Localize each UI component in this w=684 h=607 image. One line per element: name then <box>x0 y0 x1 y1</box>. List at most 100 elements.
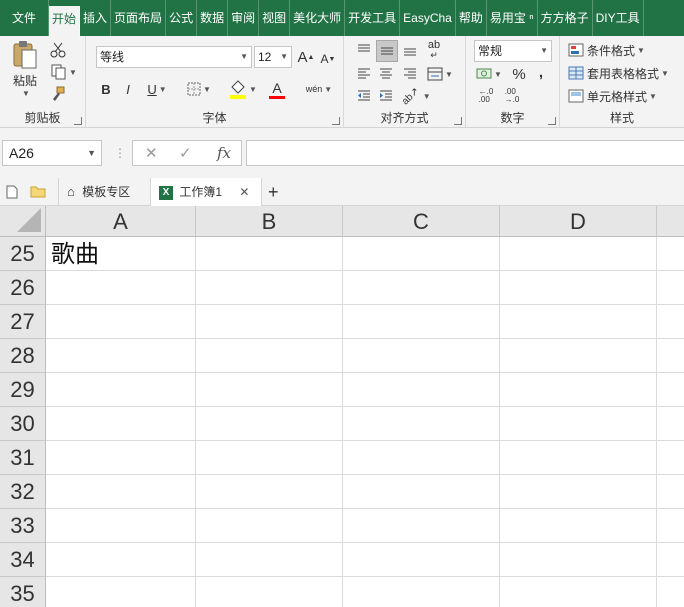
tab-formulas[interactable]: 公式 <box>166 0 198 36</box>
column-header-e[interactable] <box>657 206 684 237</box>
cell[interactable] <box>196 339 343 373</box>
font-color-button[interactable]: A <box>262 76 292 102</box>
align-right-button[interactable] <box>400 64 420 84</box>
cell[interactable] <box>500 441 657 475</box>
underline-button[interactable]: U ▼ <box>142 78 172 100</box>
close-tab-icon[interactable]: ✕ <box>239 185 249 199</box>
cell[interactable] <box>343 373 500 407</box>
formula-bar-grip-icon[interactable]: ⋮ <box>114 146 126 160</box>
row-header[interactable]: 31 <box>0 441 46 475</box>
percent-style-button[interactable]: % <box>510 64 528 84</box>
column-header-c[interactable]: C <box>343 206 500 237</box>
tab-page-layout[interactable]: 页面布局 <box>111 0 167 36</box>
alignment-launcher-icon[interactable] <box>454 117 462 125</box>
cell[interactable] <box>343 543 500 577</box>
cell[interactable] <box>46 543 196 577</box>
cell[interactable] <box>196 407 343 441</box>
cell[interactable] <box>343 509 500 543</box>
cell[interactable] <box>500 543 657 577</box>
add-tab-button[interactable]: + <box>268 178 288 206</box>
shrink-font-button[interactable]: A ▼ <box>318 48 338 70</box>
row-header[interactable]: 32 <box>0 475 46 509</box>
cell[interactable] <box>46 373 196 407</box>
font-size-select[interactable]: 12 ▼ <box>254 46 292 68</box>
cell[interactable] <box>196 271 343 305</box>
cell[interactable] <box>500 271 657 305</box>
tab-template-zone[interactable]: ⌂ 模板专区 <box>58 178 148 206</box>
tab-diy-tools[interactable]: DIY工具 <box>593 0 644 36</box>
cell[interactable] <box>657 475 684 509</box>
merge-center-button[interactable]: ▼ <box>424 64 456 84</box>
tab-view[interactable]: 视图 <box>259 0 291 36</box>
cell[interactable] <box>343 577 500 607</box>
align-left-button[interactable] <box>354 64 374 84</box>
tab-beautify[interactable]: 美化大师 <box>290 0 346 36</box>
number-format-select[interactable]: 常规 ▼ <box>474 40 552 62</box>
row-header[interactable]: 28 <box>0 339 46 373</box>
align-center-button[interactable] <box>376 64 396 84</box>
column-header-d[interactable]: D <box>500 206 657 237</box>
tab-insert[interactable]: 插入 <box>80 0 112 36</box>
cell[interactable] <box>46 339 196 373</box>
cell[interactable] <box>46 475 196 509</box>
cell[interactable] <box>657 441 684 475</box>
tab-data[interactable]: 数据 <box>197 0 229 36</box>
cell[interactable] <box>196 305 343 339</box>
cell[interactable] <box>46 407 196 441</box>
row-header[interactable]: 34 <box>0 543 46 577</box>
row-header[interactable]: 35 <box>0 577 46 607</box>
cell[interactable] <box>343 407 500 441</box>
tab-easycharts[interactable]: EasyCha <box>400 0 456 36</box>
tab-help[interactable]: 帮助 <box>456 0 487 36</box>
formula-input[interactable] <box>246 140 684 166</box>
increase-decimal-button[interactable]: ←.0.00 <box>474 86 498 106</box>
clipboard-launcher-icon[interactable] <box>74 117 82 125</box>
cell[interactable] <box>500 373 657 407</box>
tab-home[interactable]: 开始 <box>49 6 81 36</box>
phonetic-button[interactable]: wén ▼ <box>302 76 336 102</box>
cell[interactable] <box>343 339 500 373</box>
cell[interactable] <box>343 237 500 271</box>
cell[interactable] <box>657 509 684 543</box>
paste-button[interactable]: 粘贴 ▼ <box>6 40 44 98</box>
tab-review[interactable]: 审阅 <box>228 0 260 36</box>
align-bottom-button[interactable] <box>400 40 420 60</box>
borders-button[interactable]: ▼ <box>184 78 214 100</box>
cell[interactable] <box>500 407 657 441</box>
fill-color-button[interactable]: ▼ <box>228 76 258 102</box>
comma-style-button[interactable]: , <box>532 62 550 82</box>
cell[interactable] <box>196 577 343 607</box>
column-header-b[interactable]: B <box>196 206 343 237</box>
cell[interactable] <box>657 237 684 271</box>
open-folder-icon[interactable] <box>30 178 50 206</box>
conditional-formatting-button[interactable]: 条件格式 ▼ <box>568 40 680 60</box>
font-name-select[interactable]: 等线 ▼ <box>96 46 252 68</box>
row-header[interactable]: 27 <box>0 305 46 339</box>
cell[interactable] <box>657 577 684 607</box>
cell[interactable]: 歌曲 <box>46 237 196 271</box>
row-header[interactable]: 25 <box>0 237 46 271</box>
row-header[interactable]: 26 <box>0 271 46 305</box>
format-painter-button[interactable] <box>48 84 68 104</box>
increase-indent-button[interactable] <box>376 86 396 106</box>
number-launcher-icon[interactable] <box>548 117 556 125</box>
column-header-a[interactable]: A <box>46 206 196 237</box>
cell[interactable] <box>343 305 500 339</box>
cell[interactable] <box>657 373 684 407</box>
tab-file[interactable]: 文件 <box>0 0 50 36</box>
copy-button[interactable]: ▼ <box>48 62 80 82</box>
cell[interactable] <box>343 441 500 475</box>
cell[interactable] <box>196 441 343 475</box>
row-header[interactable]: 33 <box>0 509 46 543</box>
tab-developer[interactable]: 开发工具 <box>345 0 401 36</box>
font-launcher-icon[interactable] <box>332 117 340 125</box>
cut-button[interactable] <box>48 40 68 60</box>
cell[interactable] <box>500 475 657 509</box>
select-all-corner[interactable] <box>0 206 46 237</box>
cell[interactable] <box>196 373 343 407</box>
cell[interactable] <box>500 577 657 607</box>
cell[interactable] <box>657 543 684 577</box>
align-middle-button[interactable] <box>376 40 398 62</box>
decrease-decimal-button[interactable]: .00 →.0 <box>500 86 524 106</box>
cell[interactable] <box>46 577 196 607</box>
